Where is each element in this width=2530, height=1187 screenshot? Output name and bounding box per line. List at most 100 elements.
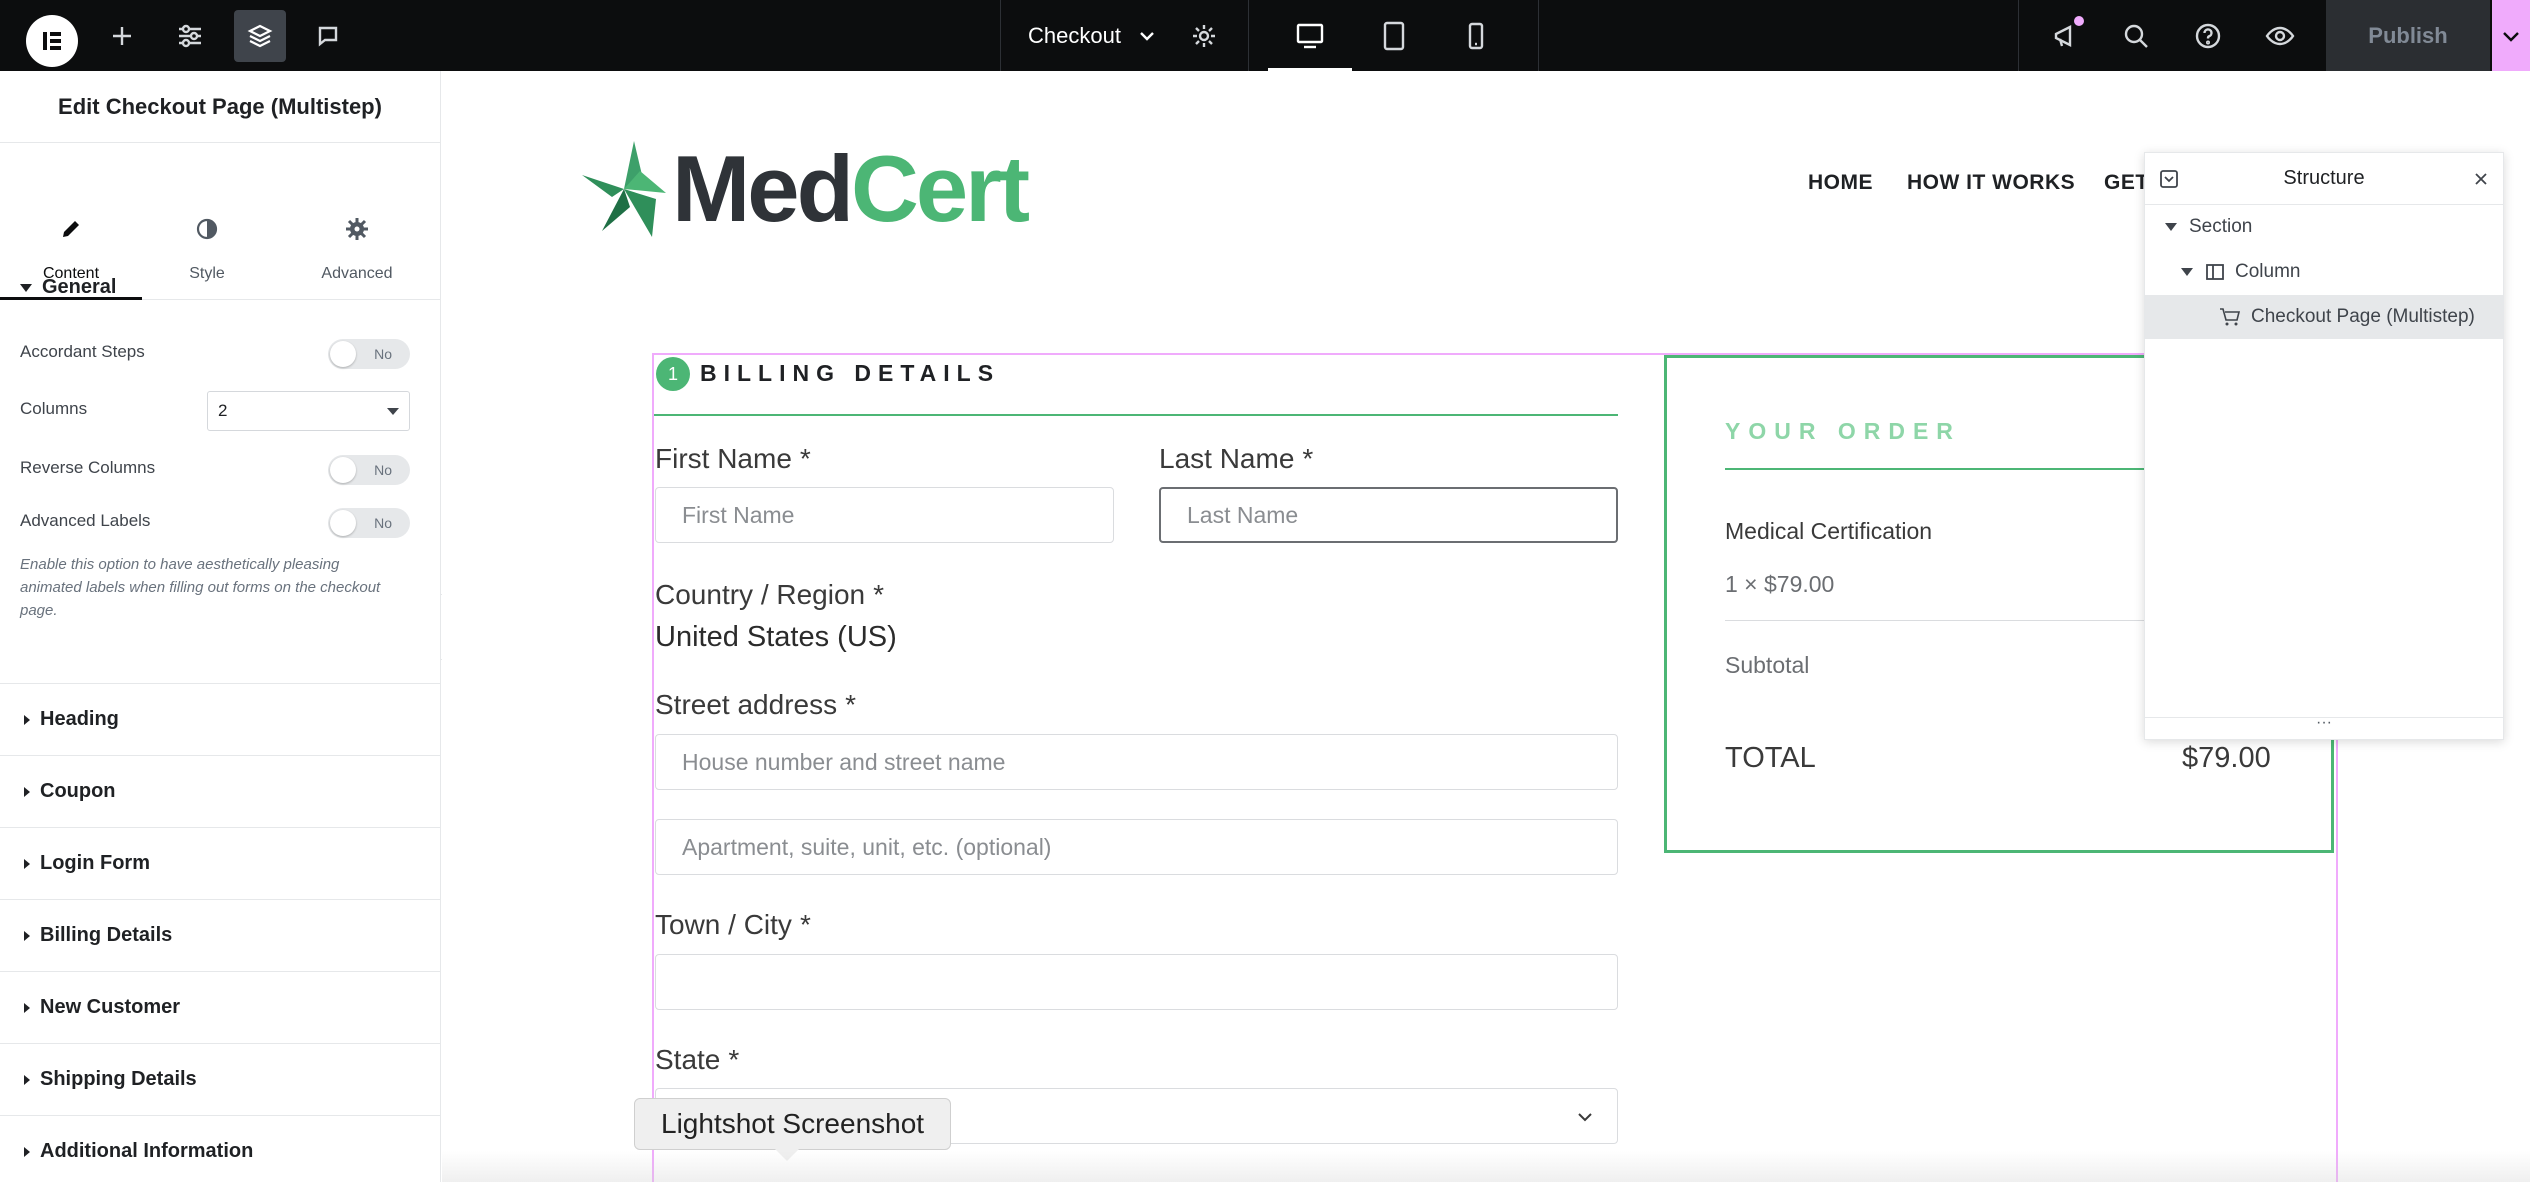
preview-eye-icon[interactable] xyxy=(2258,0,2302,71)
label-text: Town / City xyxy=(655,909,792,940)
section-general-toggle[interactable]: General xyxy=(20,276,116,299)
caret-down-icon xyxy=(387,408,399,415)
publish-label: Publish xyxy=(2368,22,2448,48)
columns-label: Columns xyxy=(20,399,88,418)
topbar-divider xyxy=(2018,0,2019,71)
first-name-input[interactable]: First Name xyxy=(655,487,1114,543)
brand-name-part1: Med xyxy=(672,136,854,241)
section-login-form-toggle[interactable]: Login Form xyxy=(0,827,441,899)
structure-item-label: Column xyxy=(2235,261,2301,282)
label-text: First Name xyxy=(655,443,792,474)
caret-right-icon xyxy=(24,786,30,797)
add-element-icon[interactable] xyxy=(100,0,144,71)
brand-name-part2: Cert xyxy=(851,136,1030,241)
street-address-input[interactable]: House number and street name xyxy=(655,734,1618,790)
tab-style[interactable]: Style xyxy=(142,143,272,300)
contrast-icon xyxy=(196,218,218,240)
section-additional-information-toggle[interactable]: Additional Information xyxy=(0,1115,441,1187)
label-text: Country / Region xyxy=(655,579,866,610)
structure-panel: Structure Section Column Checkout Page (… xyxy=(2144,152,2504,740)
city-input[interactable] xyxy=(655,954,1618,1010)
section-new-customer-toggle[interactable]: New Customer xyxy=(0,971,441,1043)
section-billing-details-toggle[interactable]: Billing Details xyxy=(0,899,441,971)
whats-new-megaphone-icon[interactable] xyxy=(2044,0,2088,71)
total-value: $79.00 xyxy=(2182,742,2271,774)
caret-right-icon xyxy=(24,1074,30,1085)
chevron-down-icon xyxy=(2503,31,2519,42)
structure-resize-handle[interactable]: ··· xyxy=(2145,715,2503,739)
last-name-input[interactable]: Last Name xyxy=(1159,487,1618,543)
switch-state: No xyxy=(374,346,392,362)
section-general-title: General xyxy=(42,276,117,298)
first-name-label: First Name * xyxy=(655,443,811,475)
structure-item-section[interactable]: Section xyxy=(2145,205,2503,249)
structure-header: Structure xyxy=(2145,153,2503,205)
search-icon[interactable] xyxy=(2114,0,2158,71)
structure-item-label: Section xyxy=(2189,216,2253,237)
tablet-device-icon[interactable] xyxy=(1372,0,1416,71)
help-icon[interactable] xyxy=(2186,0,2230,71)
structure-layers-icon[interactable] xyxy=(234,10,286,62)
caret-right-icon xyxy=(24,1002,30,1013)
editor-topbar: Checkout Publish xyxy=(0,0,2530,71)
page-name-dropdown[interactable]: Checkout xyxy=(1028,0,1157,71)
publish-options-button[interactable] xyxy=(2492,0,2530,71)
chevron-down-icon xyxy=(1578,1113,1592,1122)
comments-icon[interactable] xyxy=(306,0,350,71)
reverse-columns-label: Reverse Columns xyxy=(20,458,156,477)
last-name-label: Last Name * xyxy=(1159,443,1313,475)
section-title: Additional Information xyxy=(40,1140,254,1162)
required-mark: * xyxy=(1302,443,1314,474)
desktop-device-icon[interactable] xyxy=(1288,0,1332,71)
nav-link-how-it-works[interactable]: HOW IT WORKS xyxy=(1907,171,2075,195)
site-logo[interactable]: MedCert xyxy=(582,141,1030,237)
switch-knob xyxy=(330,341,356,367)
caret-right-icon xyxy=(24,714,30,725)
section-shipping-details-toggle[interactable]: Shipping Details xyxy=(0,1043,441,1115)
publish-button[interactable]: Publish xyxy=(2326,0,2490,71)
elementor-logo-icon[interactable] xyxy=(26,15,78,67)
site-settings-icon[interactable] xyxy=(168,0,212,71)
placeholder: First Name xyxy=(682,501,795,528)
step-number-badge: 1 xyxy=(656,357,690,391)
mobile-device-icon[interactable] xyxy=(1454,0,1498,71)
street-address-label: Street address * xyxy=(655,689,856,721)
placeholder: Last Name xyxy=(1187,501,1299,528)
close-icon[interactable] xyxy=(2473,171,2489,187)
country-value[interactable]: United States (US) xyxy=(655,621,897,654)
caret-down-icon xyxy=(20,283,32,292)
topbar-divider xyxy=(1538,0,1539,71)
switch-state: No xyxy=(374,515,392,531)
nav-link-home[interactable]: HOME xyxy=(1808,171,1873,195)
tab-advanced[interactable]: Advanced xyxy=(282,143,432,300)
widget-settings-panel: Edit Checkout Page (Multistep) Content S… xyxy=(0,71,441,1182)
advanced-labels-switch[interactable]: No xyxy=(328,508,410,538)
chevron-down-icon xyxy=(1140,31,1154,41)
placeholder: Apartment, suite, unit, etc. (optional) xyxy=(682,833,1052,860)
columns-value: 2 xyxy=(218,401,228,420)
topbar-divider xyxy=(1248,0,1249,71)
switch-knob xyxy=(330,457,356,483)
country-label: Country / Region * xyxy=(655,579,884,611)
lightshot-tooltip: Lightshot Screenshot xyxy=(634,1098,952,1161)
section-coupon-toggle[interactable]: Coupon xyxy=(0,755,441,827)
label-text: Street address xyxy=(655,689,838,720)
structure-item-checkout-widget[interactable]: Checkout Page (Multistep) xyxy=(2145,295,2503,339)
section-heading-toggle[interactable]: Heading xyxy=(0,683,441,755)
reverse-columns-switch[interactable]: No xyxy=(328,455,410,485)
section-title: Heading xyxy=(40,708,119,730)
section-title: Billing Details xyxy=(40,924,173,946)
page-settings-gear-icon[interactable] xyxy=(1182,0,1226,71)
caret-right-icon xyxy=(24,858,30,869)
order-product-name: Medical Certification xyxy=(1725,518,1933,544)
columns-select[interactable]: 2 xyxy=(207,391,410,431)
accordant-steps-switch[interactable]: No xyxy=(328,339,410,369)
leaf-logo-icon xyxy=(582,141,666,237)
structure-item-column[interactable]: Column xyxy=(2145,250,2503,294)
label-text: Last Name xyxy=(1159,443,1295,474)
brand-name: MedCert xyxy=(672,142,1030,236)
nav-link-get[interactable]: GET xyxy=(2104,171,2149,195)
advanced-labels-label: Advanced Labels xyxy=(20,511,151,530)
gear-icon xyxy=(346,218,368,240)
street-address-2-input[interactable]: Apartment, suite, unit, etc. (optional) xyxy=(655,819,1618,875)
